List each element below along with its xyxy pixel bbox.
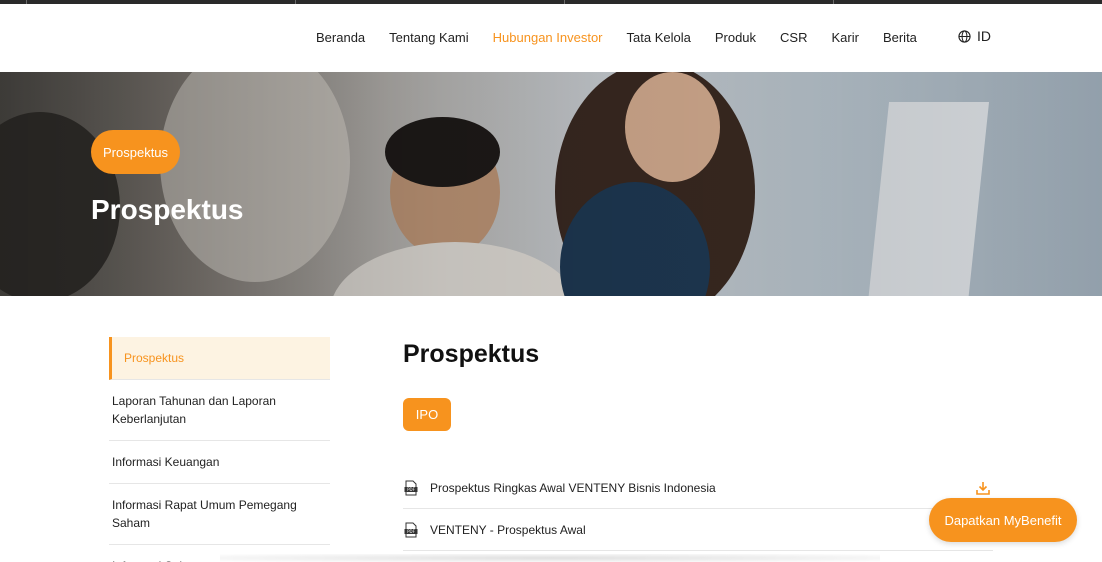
nav-item-beranda[interactable]: Beranda: [316, 30, 365, 45]
globe-icon: [958, 29, 971, 43]
document-label: VENTENY - Prospektus Awal: [430, 522, 586, 537]
nav-item-karir[interactable]: Karir: [832, 30, 859, 45]
scroll-shadow: [220, 554, 880, 562]
sidebar: Prospektus Laporan Tahunan dan Laporan K…: [109, 337, 330, 562]
svg-text:PDF: PDF: [407, 487, 415, 492]
nav-item-berita[interactable]: Berita: [883, 30, 917, 45]
get-mybenefit-button[interactable]: Dapatkan MyBenefit: [929, 498, 1077, 542]
document-list: PDF Prospektus Ringkas Awal VENTENY Bisn…: [403, 467, 993, 551]
pdf-icon: PDF: [404, 480, 418, 495]
nav-item-tata-kelola[interactable]: Tata Kelola: [627, 30, 691, 45]
nav-item-tentang-kami[interactable]: Tentang Kami: [389, 30, 469, 45]
site-header: Beranda Tentang Kami Hubungan Investor T…: [0, 4, 1102, 72]
svg-text:PDF: PDF: [407, 529, 415, 534]
hero-badge: Prospektus: [91, 130, 181, 174]
document-row[interactable]: PDF Prospektus Ringkas Awal VENTENY Bisn…: [403, 467, 993, 509]
nav-item-produk[interactable]: Produk: [715, 30, 756, 45]
sidebar-item-rups[interactable]: Informasi Rapat Umum Pemegang Saham: [109, 484, 330, 545]
language-label: ID: [977, 28, 991, 44]
language-switcher[interactable]: ID: [958, 28, 991, 44]
page-title: Prospektus: [403, 340, 540, 368]
download-icon[interactable]: [975, 480, 991, 496]
sidebar-item-informasi-keuangan[interactable]: Informasi Keuangan: [109, 441, 330, 484]
hero-overlay: [0, 72, 1102, 296]
document-label: Prospektus Ringkas Awal VENTENY Bisnis I…: [430, 480, 716, 495]
sidebar-item-laporan-tahunan[interactable]: Laporan Tahunan dan Laporan Keberlanjuta…: [109, 380, 330, 441]
pdf-icon: PDF: [404, 522, 418, 537]
nav-item-hubungan-investor[interactable]: Hubungan Investor: [493, 30, 603, 45]
main-nav: Beranda Tentang Kami Hubungan Investor T…: [316, 4, 941, 70]
tab-ipo[interactable]: IPO: [403, 398, 451, 431]
sidebar-item-prospektus[interactable]: Prospektus: [109, 337, 330, 380]
nav-item-csr[interactable]: CSR: [780, 30, 807, 45]
document-row[interactable]: PDF VENTENY - Prospektus Awal: [403, 509, 993, 551]
hero-banner: Prospektus Prospektus: [0, 72, 1102, 296]
hero-title: Prospektus: [91, 194, 244, 225]
